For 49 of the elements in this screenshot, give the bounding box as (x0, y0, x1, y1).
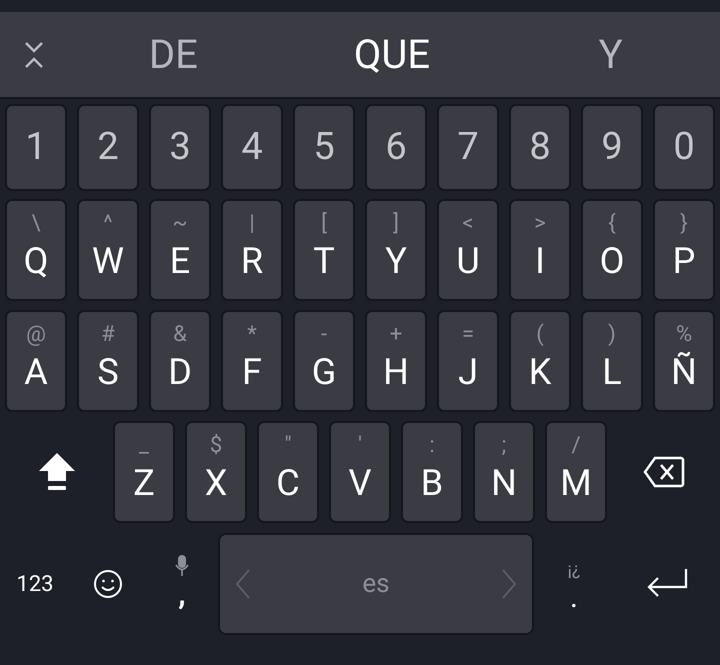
letter-key[interactable]: ~ E (149, 199, 211, 301)
collapse-icon[interactable] (24, 40, 44, 70)
letter-key[interactable]: ^ W (77, 199, 139, 301)
letter-key[interactable]: ' V (329, 421, 391, 523)
letter-key[interactable]: \ Q (5, 199, 67, 301)
number-key[interactable]: 4 (221, 104, 283, 191)
number-key[interactable]: 8 (509, 104, 571, 191)
number-key[interactable]: 5 (293, 104, 355, 191)
number-key[interactable]: 7 (437, 104, 499, 191)
suggestion[interactable]: QUE (282, 24, 502, 84)
symbols-key[interactable]: 123 (0, 568, 70, 600)
number-key[interactable]: 6 (365, 104, 427, 191)
letter-key[interactable]: ( K (509, 310, 571, 412)
key-hint: ¡¿ (568, 558, 580, 582)
suggestion[interactable]: Y (501, 24, 720, 84)
letter-key[interactable]: @ A (5, 310, 67, 412)
letter-key[interactable]: $ X (185, 421, 247, 523)
letter-key[interactable]: < U (437, 199, 499, 301)
shift-icon[interactable] (36, 451, 76, 493)
letter-key[interactable]: = J (437, 310, 499, 412)
letter-key[interactable]: } P (653, 199, 715, 301)
number-key[interactable]: 9 (581, 104, 643, 191)
microphone-icon (175, 555, 189, 577)
period-key[interactable]: . (570, 582, 578, 612)
letter-key[interactable]: [ T (293, 199, 355, 301)
letter-key[interactable]: " C (257, 421, 319, 523)
letter-key[interactable]: ) L (581, 310, 643, 412)
letter-key[interactable]: * F (221, 310, 283, 412)
number-key[interactable]: 0 (653, 104, 715, 191)
backspace-icon[interactable] (642, 456, 684, 488)
number-key[interactable]: 1 (5, 104, 67, 191)
letter-key[interactable]: - G (293, 310, 355, 412)
letter-key[interactable]: > I (509, 199, 571, 301)
number-key[interactable]: 2 (77, 104, 139, 191)
letter-key[interactable]: & D (149, 310, 211, 412)
letter-key[interactable]: _ Z (113, 421, 175, 523)
letter-key[interactable]: / M (545, 421, 607, 523)
number-key[interactable]: 3 (149, 104, 211, 191)
letter-key[interactable]: { O (581, 199, 643, 301)
letter-key[interactable]: + H (365, 310, 427, 412)
letter-key[interactable]: ; N (473, 421, 535, 523)
letter-key[interactable]: | R (221, 199, 283, 301)
comma-key[interactable]: , (178, 577, 186, 613)
emoji-icon[interactable] (93, 569, 123, 599)
letter-key[interactable]: : B (401, 421, 463, 523)
letter-key[interactable]: # S (77, 310, 139, 412)
suggestion[interactable]: DE (64, 24, 283, 84)
letter-key[interactable]: % Ñ (653, 310, 715, 412)
letter-key[interactable]: ] Y (365, 199, 427, 301)
